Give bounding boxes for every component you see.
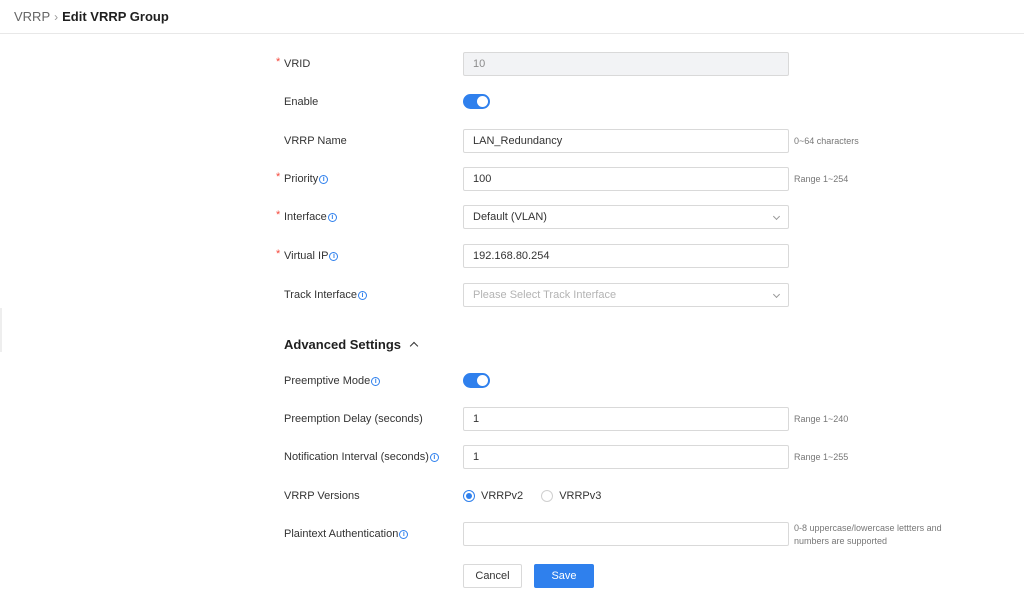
advanced-settings-toggle[interactable]: Advanced Settings (284, 335, 419, 355)
radio-unselected-icon (541, 490, 554, 502)
priority-hint: Range 1~254 (794, 174, 849, 184)
vrid-input: 10 (463, 52, 789, 76)
track-interface-row: Track Interface i Please Select Track Int… (276, 283, 976, 307)
interface-selected-value: Default (VLAN) (473, 211, 547, 223)
info-icon[interactable]: i (327, 213, 337, 222)
plaintext-auth-input[interactable] (463, 522, 789, 546)
page-title: Edit VRRP Group (62, 9, 169, 24)
preemptive-mode-toggle[interactable] (463, 373, 490, 388)
notification-interval-input[interactable]: 1 (463, 445, 789, 469)
required-mark: * (276, 248, 281, 260)
edge-scroll-indicator (0, 308, 2, 352)
required-mark: * (276, 209, 281, 221)
preemption-delay-input[interactable]: 1 (463, 407, 789, 431)
breadcrumb: VRRP › Edit VRRP Group (14, 9, 169, 25)
info-icon[interactable]: i (399, 530, 409, 539)
priority-input[interactable]: 100 (463, 167, 789, 191)
enable-toggle[interactable] (463, 94, 490, 109)
preemption-delay-hint: Range 1~240 (794, 414, 849, 424)
vrrp-name-input[interactable]: LAN_Redundancy (463, 129, 789, 153)
cancel-button[interactable]: Cancel (463, 564, 522, 588)
page-header: VRRP › Edit VRRP Group (0, 0, 1024, 34)
info-icon[interactable]: i (329, 252, 339, 261)
preemption-delay-row: Preemption Delay (seconds) 1 Range 1~240 (276, 407, 976, 431)
radio-vrrpv3[interactable]: VRRPv3 (541, 490, 601, 502)
required-mark: * (276, 171, 281, 183)
advanced-settings-title: Advanced Settings (284, 337, 402, 352)
chevron-up-icon (409, 341, 419, 351)
virtual-ip-row: * Virtual IP i 192.168.80.254 (276, 244, 976, 268)
notification-interval-row: Notification Interval (seconds) i 1 Range… (276, 445, 976, 469)
priority-row: * Priority i 100 Range 1~254 (276, 167, 976, 191)
vrid-row: * VRID 10 (276, 52, 976, 76)
info-icon[interactable]: i (371, 377, 381, 386)
radio-vrrpv2[interactable]: VRRPv2 (463, 490, 523, 502)
track-interface-select[interactable]: Please Select Track Interface (463, 283, 789, 307)
enable-row: Enable (276, 90, 976, 114)
chevron-down-icon (772, 290, 781, 299)
vrrp-name-hint: 0~64 characters (794, 136, 859, 146)
vrrp-versions-row: VRRP Versions VRRPv2 VRRPv3 (276, 484, 976, 508)
interface-row: * Interface i Default (VLAN) (276, 205, 976, 229)
chevron-down-icon (772, 212, 781, 221)
plaintext-auth-row: Plaintext Authentication i 0-8 uppercase/… (276, 522, 976, 546)
preemptive-mode-row: Preemptive Mode i (276, 369, 976, 393)
breadcrumb-vrrp-link[interactable]: VRRP (14, 9, 50, 24)
info-icon[interactable]: i (429, 453, 439, 462)
info-icon[interactable]: i (319, 175, 329, 184)
info-icon[interactable]: i (357, 291, 367, 300)
breadcrumb-separator: › (54, 10, 59, 24)
radio-selected-icon (463, 490, 475, 502)
save-button[interactable]: Save (534, 564, 594, 588)
vrrp-versions-radio-group: VRRPv2 VRRPv3 (463, 484, 619, 508)
required-mark: * (276, 56, 281, 68)
track-interface-placeholder: Please Select Track Interface (473, 289, 617, 301)
toggle-knob (477, 96, 488, 107)
toggle-knob (477, 375, 488, 386)
vrrp-name-row: VRRP Name LAN_Redundancy 0~64 characters (276, 129, 976, 153)
plaintext-auth-hint: 0-8 uppercase/lowercase lettters and num… (794, 523, 942, 546)
notification-interval-hint: Range 1~255 (794, 452, 849, 462)
virtual-ip-input[interactable]: 192.168.80.254 (463, 244, 789, 268)
interface-select[interactable]: Default (VLAN) (463, 205, 789, 229)
